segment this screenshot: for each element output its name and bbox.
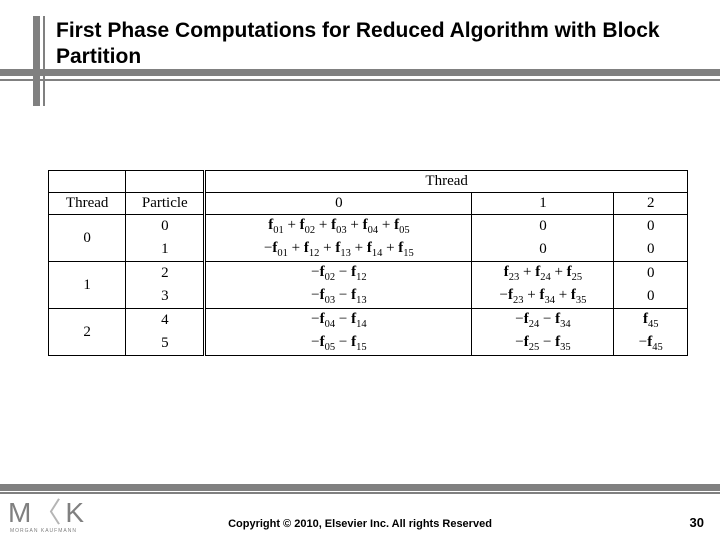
cell-c1: 0 — [472, 238, 614, 262]
footer: M 〈 K MORGAN KAUFMANN Copyright © 2010, … — [0, 484, 720, 540]
cell-c0: −f05 − f15 — [205, 332, 472, 356]
table-row: 3−f03 − f13−f23 + f34 + f350 — [49, 285, 688, 309]
cell-c0: f01 + f02 + f03 + f04 + f05 — [205, 215, 472, 239]
table-row: 5−f05 − f15−f25 − f35−f45 — [49, 332, 688, 356]
cell-particle: 2 — [126, 262, 205, 286]
table-row: 00f01 + f02 + f03 + f04 + f0500 — [49, 215, 688, 239]
hdr-empty-particle — [126, 171, 205, 193]
cell-particle: 4 — [126, 309, 205, 333]
cell-c2: 0 — [614, 285, 688, 309]
cell-c1: −f25 − f35 — [472, 332, 614, 356]
cell-c2: 0 — [614, 215, 688, 239]
cell-thread: 1 — [49, 262, 126, 309]
hdr-empty-thread — [49, 171, 126, 193]
cell-c0: −f04 − f14 — [205, 309, 472, 333]
copyright-text: Copyright © 2010, Elsevier Inc. All righ… — [0, 518, 720, 530]
hdr-thread: Thread — [49, 193, 126, 215]
slide-title: First Phase Computations for Reduced Alg… — [56, 18, 676, 70]
cell-particle: 0 — [126, 215, 205, 239]
header-hrule-thin — [0, 79, 720, 81]
header-vrule-thin — [43, 16, 45, 106]
cell-c1: −f23 + f34 + f35 — [472, 285, 614, 309]
cell-particle: 5 — [126, 332, 205, 356]
header-hrule-thick — [0, 69, 720, 76]
table-row: 24−f04 − f14−f24 − f34f45 — [49, 309, 688, 333]
cell-c0: −f03 − f13 — [205, 285, 472, 309]
hdr-col2: 2 — [614, 193, 688, 215]
header-vrule-thick — [33, 16, 40, 106]
slide: First Phase Computations for Reduced Alg… — [0, 0, 720, 540]
cell-c0: −f01 + f12 + f13 + f14 + f15 — [205, 238, 472, 262]
cell-c1: −f24 − f34 — [472, 309, 614, 333]
cell-c0: −f02 − f12 — [205, 262, 472, 286]
hdr-particle: Particle — [126, 193, 205, 215]
table-row: 12−f02 − f12f23 + f24 + f250 — [49, 262, 688, 286]
cell-thread: 0 — [49, 215, 126, 262]
footer-rule-thick — [0, 484, 720, 491]
footer-rule-thin — [0, 492, 720, 494]
cell-c1: f23 + f24 + f25 — [472, 262, 614, 286]
cell-c2: f45 — [614, 309, 688, 333]
table: ThreadThreadParticle01200f01 + f02 + f03… — [48, 170, 688, 356]
cell-particle: 1 — [126, 238, 205, 262]
hdr-col0: 0 — [205, 193, 472, 215]
cell-c2: 0 — [614, 262, 688, 286]
computation-table: ThreadThreadParticle01200f01 + f02 + f03… — [48, 170, 688, 356]
cell-c1: 0 — [472, 215, 614, 239]
cell-c2: −f45 — [614, 332, 688, 356]
cell-c2: 0 — [614, 238, 688, 262]
page-number: 30 — [690, 515, 704, 530]
hdr-col1: 1 — [472, 193, 614, 215]
cell-thread: 2 — [49, 309, 126, 356]
cell-particle: 3 — [126, 285, 205, 309]
table-row: 1−f01 + f12 + f13 + f14 + f1500 — [49, 238, 688, 262]
hdr-thread-span: Thread — [205, 171, 688, 193]
